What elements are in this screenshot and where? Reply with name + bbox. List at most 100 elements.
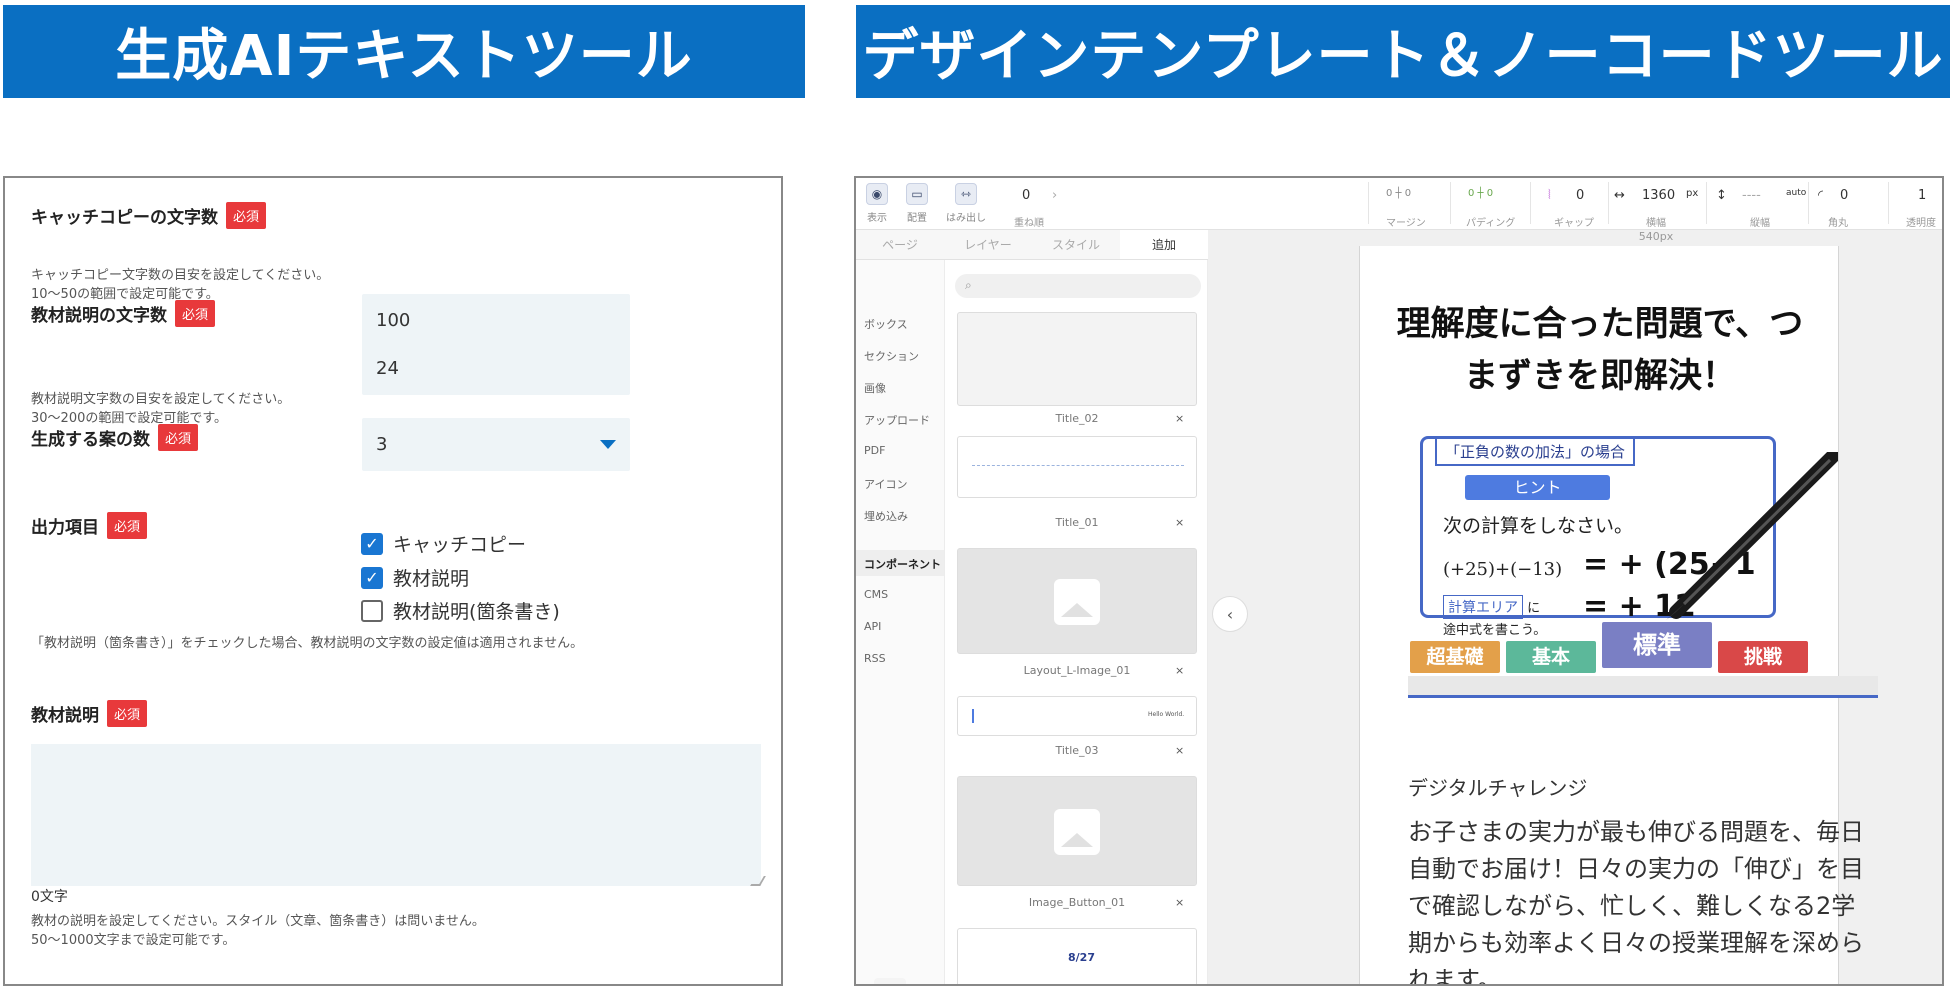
- component-thumb-title-02[interactable]: [957, 312, 1197, 406]
- catch-chars-label: キャッチコピーの文字数 必須: [31, 202, 267, 229]
- close-icon[interactable]: ×: [1175, 412, 1184, 425]
- component-search-input[interactable]: ⌕: [955, 274, 1201, 298]
- output-items-label: 出力項目 必須: [31, 512, 148, 539]
- component-thumb-partial[interactable]: 8/27: [957, 928, 1197, 984]
- nav-item-cms[interactable]: CMS: [864, 588, 888, 601]
- right-banner-title: デザインテンプレート＆ノーコードツール: [856, 5, 1950, 98]
- hint-button: ヒント: [1465, 475, 1610, 500]
- component-name: Image_Button_01: [1028, 896, 1126, 909]
- tab-add[interactable]: 追加: [1120, 230, 1208, 259]
- collapse-panel-button[interactable]: ‹: [1212, 596, 1248, 632]
- component-thumb-title-01[interactable]: [957, 436, 1197, 498]
- width-value[interactable]: 1360: [1642, 188, 1675, 203]
- checkbox-material-desc-label: 教材説明: [393, 568, 470, 590]
- height-arrow-icon: ↕: [1716, 188, 1727, 203]
- thumb-date-text: 8/27: [1068, 951, 1095, 964]
- canvas-caption[interactable]: デジタルチャレンジ: [1408, 772, 1587, 801]
- worksheet-figure[interactable]: 「正負の数の加法」の場合 ヒント 次の計算をしなさい。 (+25)+(−13) …: [1408, 426, 1878, 698]
- image-placeholder-icon: [1054, 809, 1100, 855]
- close-icon[interactable]: ×: [1175, 896, 1184, 909]
- calc-area-text: 途中式を書こう。: [1443, 623, 1547, 638]
- toolbar-separator: [1608, 182, 1609, 224]
- tab-layer[interactable]: レイヤー: [944, 230, 1032, 259]
- nav-item-api[interactable]: API: [864, 620, 881, 633]
- overflow-button[interactable]: ⇿ はみ出し: [946, 183, 986, 224]
- catch-chars-input[interactable]: 24: [362, 342, 630, 395]
- tab-style[interactable]: スタイル: [1032, 230, 1120, 259]
- opacity-value[interactable]: 1: [1918, 188, 1926, 203]
- nav-item-upload[interactable]: アップロード: [864, 412, 930, 428]
- nav-item-rss[interactable]: RSS: [864, 652, 886, 665]
- nav-item-section[interactable]: セクション: [864, 348, 919, 364]
- catch-chars-help-1: キャッチコピー文字数の目安を設定してください。: [31, 268, 330, 283]
- eye-icon: ◉: [866, 183, 888, 205]
- radius-label: 角丸: [1828, 218, 1848, 229]
- material-chars-help: 教材説明文字数の目安を設定してください。 30〜200の範囲で設定可能です。: [31, 390, 290, 428]
- layout-button[interactable]: ▭ 配置: [906, 183, 928, 224]
- material-desc-count: 0文字: [31, 889, 68, 905]
- close-icon[interactable]: ×: [1175, 516, 1184, 529]
- close-icon[interactable]: ×: [1175, 664, 1184, 677]
- checkbox-material-bullets-label: 教材説明(箇条書き): [393, 601, 560, 623]
- view-button[interactable]: ◉ 表示: [866, 183, 888, 224]
- search-icon: ⌕: [965, 278, 972, 292]
- nav-item-embed[interactable]: 埋め込み: [864, 508, 908, 524]
- toolbar-separator: [1530, 182, 1531, 224]
- toolbar-separator: [1706, 182, 1707, 224]
- checkbox-material-desc[interactable]: ✓ 教材説明: [361, 564, 469, 591]
- nav-item-pdf[interactable]: PDF: [864, 444, 885, 457]
- material-desc-label-text: 教材説明: [31, 706, 99, 726]
- component-thumb-image-button-01[interactable]: [957, 776, 1197, 886]
- padding-label: パディング: [1466, 218, 1516, 229]
- component-thumb-title-03[interactable]: Hello World.: [957, 696, 1197, 736]
- view-label: 表示: [867, 213, 887, 224]
- material-chars-label: 教材説明の文字数 必須: [31, 300, 216, 327]
- component-list: ⌕ Title_02 × Title_01 × Layout_L-Image_0…: [944, 260, 1208, 984]
- left-banner-title: 生成AIテキストツール: [3, 5, 805, 98]
- material-chars-label-text: 教材説明の文字数: [31, 306, 167, 326]
- component-name: Title_03: [1055, 744, 1099, 757]
- checkbox-catchcopy[interactable]: ✓ キャッチコピー: [361, 530, 526, 557]
- margin-right-value: 0: [1404, 188, 1412, 199]
- overflow-label: はみ出し: [946, 213, 986, 224]
- layout-label: 配置: [907, 213, 927, 224]
- proposal-count-select[interactable]: 3: [362, 418, 630, 471]
- canvas-body-text[interactable]: お子さまの実力が最も伸びる問題を、毎日自動でお届け！日々の実力の「伸び」を目で確…: [1408, 814, 1878, 984]
- radius-value[interactable]: 0: [1840, 188, 1848, 203]
- padding-control[interactable]: 0 ┼ 0: [1468, 188, 1493, 199]
- material-chars-input[interactable]: 100: [362, 294, 630, 347]
- checkbox-material-bullets[interactable]: 教材説明(箇条書き): [361, 597, 560, 624]
- component-thumb-layout-l-image-01[interactable]: [957, 548, 1197, 654]
- design-canvas[interactable]: 理解度に合った問題で、つまずきを即解決！ 「正負の数の加法」の場合 ヒント 次の…: [1359, 246, 1878, 984]
- thumb-accent-bar: [972, 709, 974, 723]
- gap-value[interactable]: 0: [1576, 188, 1584, 203]
- material-desc-textarea[interactable]: [31, 744, 761, 886]
- output-items-note: 「教材説明（箇条書き）」をチェックした場合、教材説明の文字数の設定値は適用されま…: [31, 636, 584, 651]
- checkbox-unchecked-icon[interactable]: [361, 599, 383, 622]
- chevron-right-icon[interactable]: ›: [1052, 188, 1057, 203]
- nav-item-box[interactable]: ボックス: [864, 316, 908, 332]
- close-icon[interactable]: ×: [1175, 744, 1184, 757]
- height-label: 縦幅: [1750, 218, 1770, 229]
- design-editor: ◉ 表示 ▭ 配置 ⇿ はみ出し 0 重ね順 › 0 ┼ 0 マージン 0 ┼ …: [854, 176, 1944, 986]
- canvas-headline[interactable]: 理解度に合った問題で、つまずきを即解決！: [1380, 298, 1820, 402]
- panel-tabs: ページ レイヤー スタイル 追加: [856, 230, 1208, 260]
- proposal-count-label: 生成する案の数 必須: [31, 424, 199, 451]
- nav-item-icon[interactable]: アイコン: [864, 476, 907, 492]
- checkbox-checked-icon[interactable]: ✓: [361, 566, 383, 589]
- level-chip-basic: 基本: [1506, 641, 1596, 673]
- ai-text-form-panel: キャッチコピーの文字数 必須 24 キャッチコピー文字数の目安を設定してください…: [3, 176, 783, 986]
- nav-item-image[interactable]: 画像: [864, 380, 886, 396]
- worksheet-tag: 「正負の数の加法」の場合: [1435, 437, 1636, 466]
- tab-page[interactable]: ページ: [856, 230, 944, 259]
- checkbox-checked-icon[interactable]: ✓: [361, 532, 383, 555]
- material-chars-help-1: 教材説明文字数の目安を設定してください。: [31, 392, 291, 407]
- height-value[interactable]: ----: [1742, 188, 1761, 203]
- stack-value[interactable]: 0: [1022, 188, 1030, 203]
- material-desc-help-1: 教材の説明を設定してください。スタイル（文章、箇条書き）は問いません。: [31, 914, 485, 929]
- canvas-width-label: 540px: [1638, 230, 1674, 243]
- nav-item-component[interactable]: コンポーネント: [864, 556, 941, 572]
- margin-control[interactable]: 0 ┼ 0: [1386, 188, 1411, 199]
- padding-left-value: 0: [1468, 188, 1475, 199]
- required-badge: 必須: [107, 700, 148, 727]
